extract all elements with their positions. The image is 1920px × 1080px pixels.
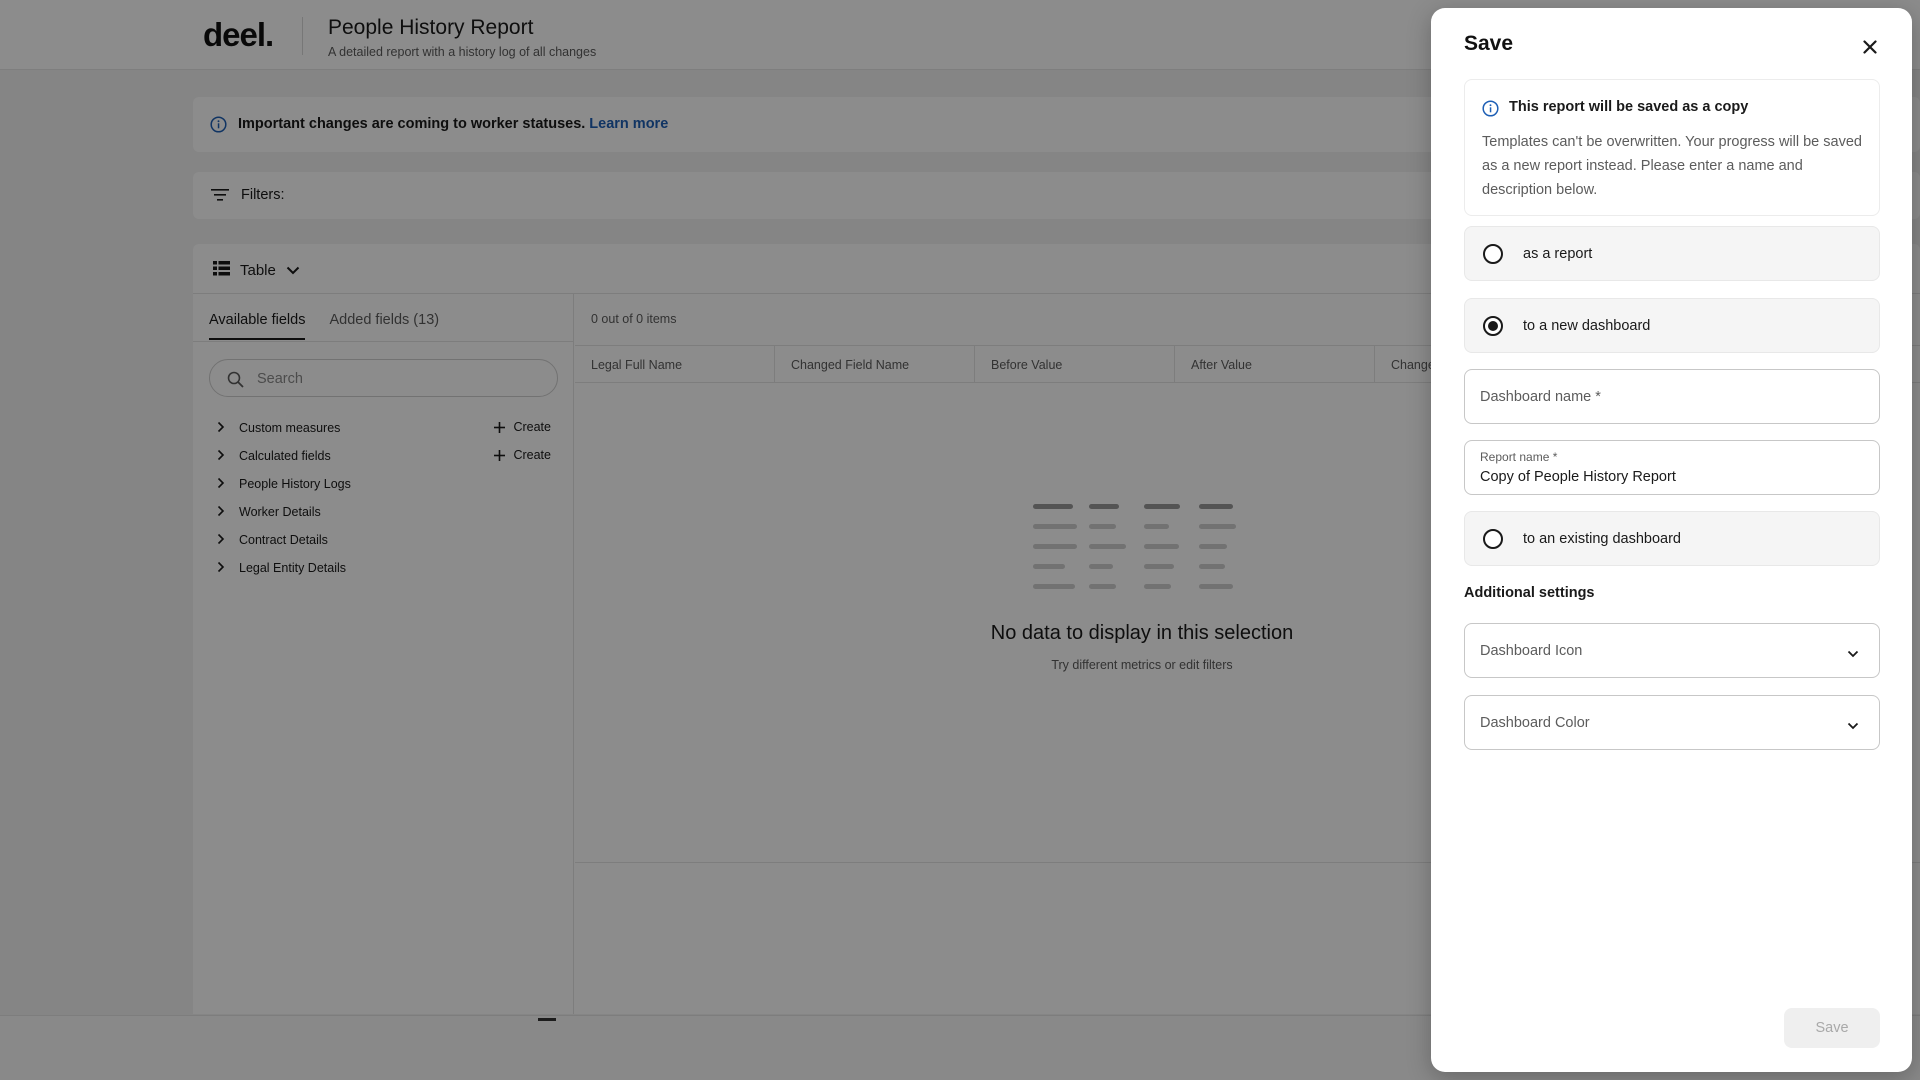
dashboard-name-field[interactable]: Dashboard name *	[1464, 369, 1880, 424]
chevron-down-icon	[1847, 717, 1859, 735]
dashboard-color-select[interactable]: Dashboard Color	[1464, 695, 1880, 750]
report-name-field[interactable]: Report name * Copy of People History Rep…	[1464, 440, 1880, 495]
save-drawer: Save This report will be saved as a copy…	[1431, 8, 1912, 1072]
chevron-down-icon	[1847, 645, 1859, 663]
radio-to-new-dashboard[interactable]	[1483, 316, 1503, 336]
notice-title: This report will be saved as a copy	[1509, 99, 1749, 115]
radio-to-existing-dashboard[interactable]	[1483, 529, 1503, 549]
dashboard-name-placeholder: Dashboard name *	[1480, 389, 1601, 405]
option-label: to a new dashboard	[1523, 318, 1651, 334]
close-icon	[1863, 40, 1877, 54]
dashboard-color-placeholder: Dashboard Color	[1480, 715, 1590, 731]
close-button[interactable]	[1855, 32, 1885, 62]
report-name-label: Report name *	[1480, 450, 1558, 464]
save-as-report-option[interactable]: as a report	[1464, 226, 1880, 281]
drawer-title: Save	[1464, 32, 1514, 55]
save-to-existing-dashboard-option[interactable]: to an existing dashboard	[1464, 511, 1880, 566]
save-button[interactable]: Save	[1784, 1008, 1880, 1048]
dashboard-icon-select[interactable]: Dashboard Icon	[1464, 623, 1880, 678]
radio-as-report[interactable]	[1483, 244, 1503, 264]
info-icon	[1482, 100, 1499, 122]
option-label: as a report	[1523, 246, 1593, 262]
report-name-value[interactable]: Copy of People History Report	[1480, 469, 1676, 485]
save-to-new-dashboard-option[interactable]: to a new dashboard	[1464, 298, 1880, 353]
option-label: to an existing dashboard	[1523, 531, 1681, 547]
copy-notice: This report will be saved as a copy Temp…	[1464, 79, 1880, 216]
additional-settings-heading: Additional settings	[1464, 585, 1595, 601]
notice-body: Templates can't be overwritten. Your pro…	[1482, 134, 1862, 198]
dashboard-icon-placeholder: Dashboard Icon	[1480, 643, 1583, 659]
